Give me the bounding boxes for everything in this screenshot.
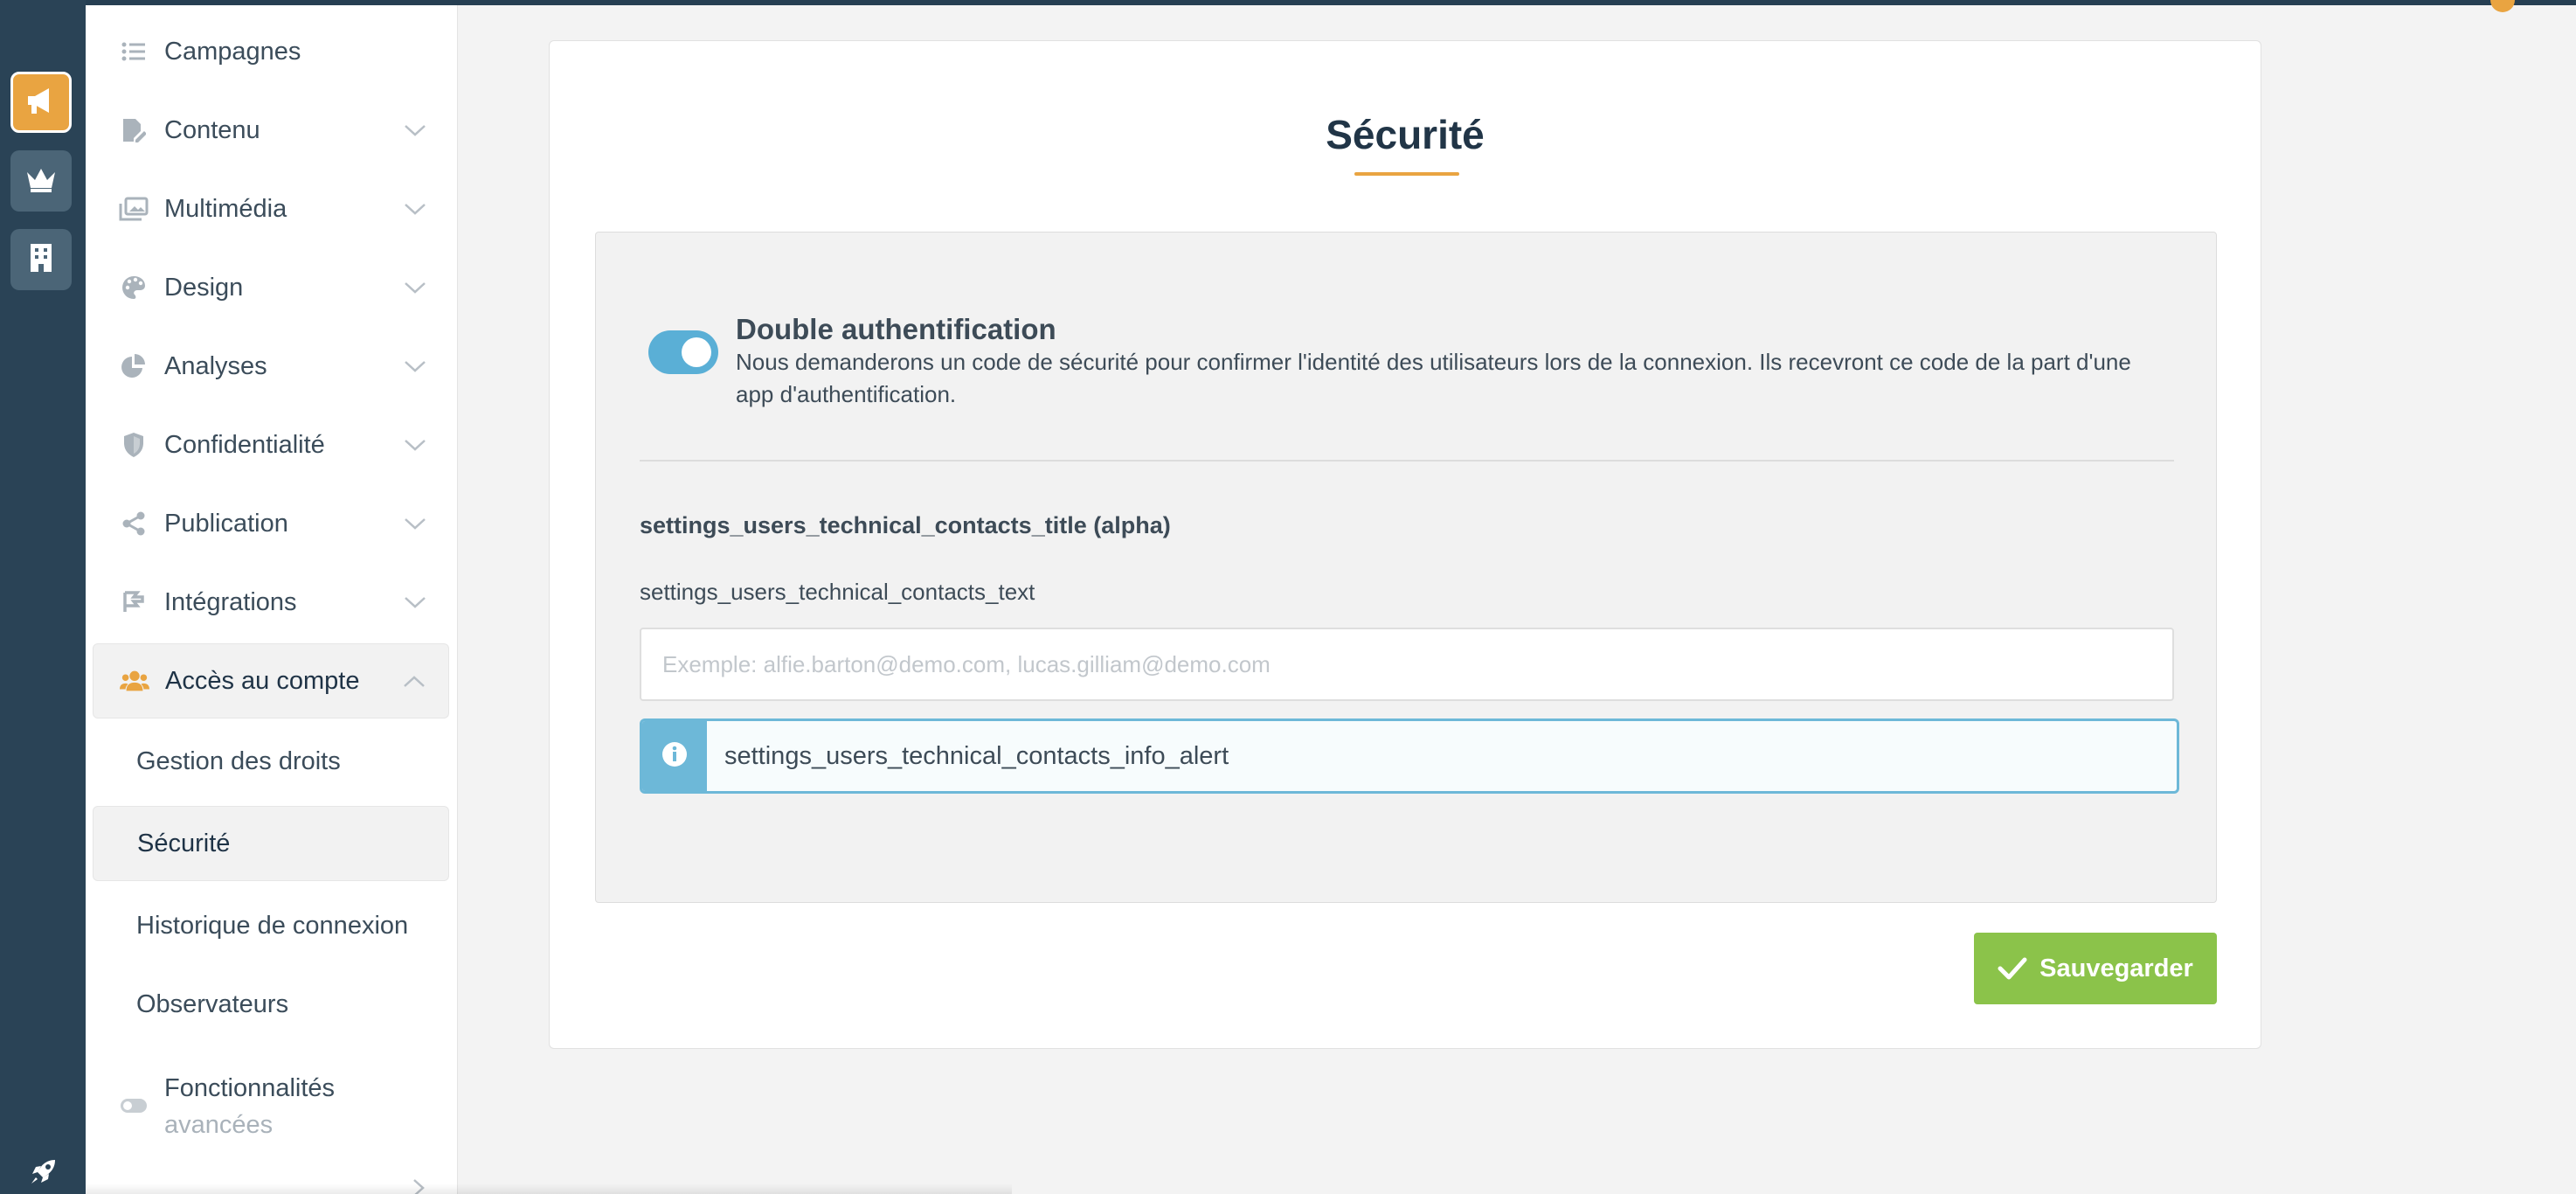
sidebar-item-publication[interactable]: Publication <box>93 486 449 561</box>
sidebar-item-fonctionnalites-avancees[interactable]: Fonctionnalités avancées <box>119 1070 433 1143</box>
sidebar-item-label: Intégrations <box>164 587 297 616</box>
user-avatar[interactable] <box>2490 0 2515 12</box>
chevron-down-icon <box>402 353 428 379</box>
sidebar-item-label: Analyses <box>164 351 267 380</box>
chevron-up-icon <box>401 669 427 695</box>
sidebar-item-label: Fonctionnalités <box>164 1074 336 1102</box>
sidebar-item-contenu[interactable]: Contenu <box>93 93 449 168</box>
sidebar-subitem-label: Historique de connexion <box>136 911 409 940</box>
building-icon <box>29 243 53 277</box>
sidebar-subitem-label: Observateurs <box>136 989 289 1018</box>
sidebar-item-confidentialite[interactable]: Confidentialité <box>93 407 449 482</box>
two-factor-toggle[interactable] <box>648 330 718 374</box>
info-alert-text: settings_users_technical_contacts_info_a… <box>724 741 1229 770</box>
sidebar-subitem-gestion-des-droits[interactable]: Gestion des droits <box>93 724 449 799</box>
sidebar-subitem-securite[interactable]: Sécurité <box>93 806 449 881</box>
security-panel: Double authentification Nous demanderons… <box>595 232 2217 903</box>
sidebar-item-label: Multimédia <box>164 194 287 223</box>
sidebar-item-label: Design <box>164 273 244 302</box>
users-icon <box>120 666 149 696</box>
chevron-down-icon <box>402 510 428 537</box>
megaphone-icon <box>24 86 58 120</box>
share-icon <box>119 509 149 538</box>
sidebar-item-label: Campagnes <box>164 37 301 66</box>
sidebar-subitem-label: Sécurité <box>137 829 231 857</box>
pie-chart-icon <box>119 351 149 381</box>
security-settings-card: Sécurité Double authentification Nous de… <box>549 40 2261 1049</box>
premium-app-button[interactable] <box>10 150 72 212</box>
list-icon <box>119 37 149 66</box>
palette-icon <box>119 273 149 302</box>
sidebar-item-campagnes[interactable]: Campagnes <box>93 14 449 89</box>
info-icon <box>661 741 688 772</box>
technical-contacts-input[interactable] <box>640 628 2174 701</box>
technical-contacts-text: settings_users_technical_contacts_text <box>640 579 1035 605</box>
organization-app-button[interactable] <box>10 229 72 290</box>
sidebar-subitem-historique-de-connexion[interactable]: Historique de connexion <box>93 888 449 963</box>
toggle-knob <box>682 337 711 367</box>
two-factor-description: Nous demanderons un code de sécurité pou… <box>736 349 2131 407</box>
sidebar-item-label: Contenu <box>164 115 260 144</box>
save-button[interactable]: Sauvegarder <box>1974 933 2217 1004</box>
crown-icon <box>24 165 58 198</box>
app-rail <box>0 0 86 1194</box>
page-title: Sécurité <box>1326 112 1485 157</box>
save-button-label: Sauvegarder <box>2039 954 2193 982</box>
plug-icon <box>119 587 149 617</box>
sidebar-subitem-observateurs[interactable]: Observateurs <box>93 967 449 1042</box>
chevron-down-icon <box>402 274 428 301</box>
sidebar: Campagnes Contenu Multimédia Design Anal… <box>86 5 458 1194</box>
chevron-down-icon <box>402 589 428 615</box>
info-alert: settings_users_technical_contacts_info_a… <box>640 718 2179 794</box>
rocket-icon[interactable] <box>26 1156 61 1187</box>
chevron-down-icon <box>402 117 428 143</box>
chevron-down-icon <box>402 432 428 458</box>
edit-file-icon <box>119 115 149 145</box>
sidebar-item-integrations[interactable]: Intégrations <box>93 565 449 640</box>
campaigns-app-button[interactable] <box>10 72 72 133</box>
two-factor-title: Double authentification <box>736 313 1056 345</box>
sidebar-subitem-label: Gestion des droits <box>136 746 341 775</box>
sidebar-item-analyses[interactable]: Analyses <box>93 329 449 404</box>
images-icon <box>119 194 149 224</box>
toggle-icon <box>119 1091 149 1121</box>
divider <box>640 460 2174 462</box>
scroll-shadow <box>86 1184 1012 1194</box>
technical-contacts-title: settings_users_technical_contacts_title … <box>640 512 1171 538</box>
check-icon <box>1998 956 2027 981</box>
sidebar-item-label: Confidentialité <box>164 430 325 459</box>
shield-icon <box>119 430 149 460</box>
sidebar-item-acces-au-compte[interactable]: Accès au compte <box>93 643 449 718</box>
title-underline <box>1354 172 1459 176</box>
sidebar-item-label: Publication <box>164 509 288 538</box>
chevron-down-icon <box>402 196 428 222</box>
sidebar-item-label-continued: avancées <box>164 1111 274 1139</box>
sidebar-item-label: Accès au compte <box>165 666 360 695</box>
sidebar-item-multimedia[interactable]: Multimédia <box>93 171 449 246</box>
sidebar-item-design[interactable]: Design <box>93 250 449 325</box>
